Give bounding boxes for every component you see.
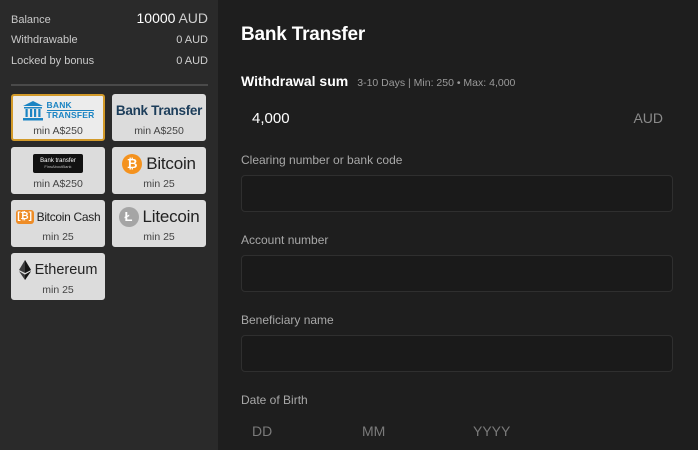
bank-transfer-logo: BANK TRANSFER <box>22 99 95 123</box>
withdrawal-currency: AUD <box>633 110 663 126</box>
bank-icon <box>22 100 43 120</box>
dob-day-select[interactable]: DD <box>252 423 362 439</box>
withdrawal-sum-info: 3-10 Days | Min: 250 • Max: 4,000 <box>357 77 516 89</box>
withdrawal-amount[interactable]: 4,000 <box>252 110 290 127</box>
divider <box>11 84 208 86</box>
bitcoin-cash-logo-text: Bitcoin Cash <box>36 209 101 224</box>
method-bank-transfer-2[interactable]: Bank Transfer min A$250 <box>112 94 206 141</box>
method-min: min 25 <box>42 283 74 296</box>
withdrawable-label: Withdrawable <box>11 34 78 46</box>
logo-line-2: FinsAboutBank <box>44 163 72 169</box>
bank-transfer-black-logo: Bank transfer FinsAboutBank <box>33 154 83 173</box>
method-min: min A$250 <box>33 177 83 190</box>
ethereum-icon <box>18 259 31 280</box>
date-of-birth-label: Date of Birth <box>241 393 308 407</box>
method-bitcoin-cash[interactable]: [₿] Bitcoin Cash min 25 <box>11 200 105 247</box>
balance-currency: AUD <box>178 10 208 26</box>
withdrawal-form: Bank Transfer Withdrawal sum 3-10 Days |… <box>218 0 698 450</box>
method-min: min 25 <box>143 230 175 243</box>
locked-by-bonus-row: Locked by bonus 0 AUD <box>11 55 208 76</box>
withdrawal-sum-header: Withdrawal sum 3-10 Days | Min: 250 • Ma… <box>241 73 674 89</box>
dob-month-select[interactable]: MM <box>362 423 473 439</box>
dob-year-select[interactable]: YYYY <box>473 423 510 439</box>
balance-amount: 10000 <box>136 10 176 26</box>
account-number-label: Account number <box>241 233 329 247</box>
bitcoin-logo-text: Bitcoin <box>146 153 196 173</box>
beneficiary-name-label: Beneficiary name <box>241 313 334 327</box>
withdrawable-value: 0 AUD <box>176 34 208 46</box>
date-of-birth-fields: DD MM YYYY <box>241 423 674 439</box>
method-litecoin[interactable]: Ł Litecoin min 25 <box>112 200 206 247</box>
method-bitcoin[interactable]: ₿ Bitcoin min 25 <box>112 147 206 194</box>
balance-value: 10000 AUD <box>137 10 209 26</box>
ethereum-logo-text: Ethereum <box>34 261 98 278</box>
clearing-number-input[interactable] <box>241 175 673 212</box>
method-min: min A$250 <box>33 124 83 137</box>
method-min: min A$250 <box>134 124 184 137</box>
locked-label: Locked by bonus <box>11 55 95 67</box>
withdrawal-sum-label: Withdrawal sum <box>241 73 349 89</box>
balance-and-methods-panel: Balance 10000 AUD Withdrawable 0 AUD Lock… <box>0 0 218 450</box>
form-title: Bank Transfer <box>241 24 366 45</box>
logo-line-1: BANK <box>46 100 72 110</box>
clearing-number-label: Clearing number or bank code <box>241 153 403 167</box>
withdrawal-page: Balance 10000 AUD Withdrawable 0 AUD Lock… <box>0 0 698 450</box>
payment-methods-grid: BANK TRANSFER min A$250 Bank Transfer mi… <box>11 94 208 300</box>
locked-value: 0 AUD <box>176 55 208 67</box>
bitcoin-icon: ₿ <box>122 153 143 174</box>
bank-transfer-logo-text: Bank Transfer <box>115 103 203 118</box>
method-bank-transfer-3[interactable]: Bank transfer FinsAboutBank min A$250 <box>11 147 105 194</box>
method-min: min 25 <box>143 177 175 190</box>
withdrawable-row: Withdrawable 0 AUD <box>11 34 208 55</box>
litecoin-icon: Ł <box>118 206 139 227</box>
logo-line-2: TRANSFER <box>46 110 95 120</box>
method-min: min 25 <box>42 230 74 243</box>
beneficiary-name-input[interactable] <box>241 335 673 372</box>
bitcoin-cash-icon: [₿] <box>15 209 34 224</box>
method-ethereum[interactable]: Ethereum min 25 <box>11 253 105 300</box>
withdrawal-sum-input[interactable]: 4,000 AUD <box>241 107 674 129</box>
balance-label: Balance <box>11 14 51 26</box>
account-number-input[interactable] <box>241 255 673 292</box>
method-bank-transfer-1[interactable]: BANK TRANSFER min A$250 <box>11 94 105 141</box>
litecoin-logo-text: Litecoin <box>142 206 200 226</box>
balance-row: Balance 10000 AUD <box>11 10 208 34</box>
